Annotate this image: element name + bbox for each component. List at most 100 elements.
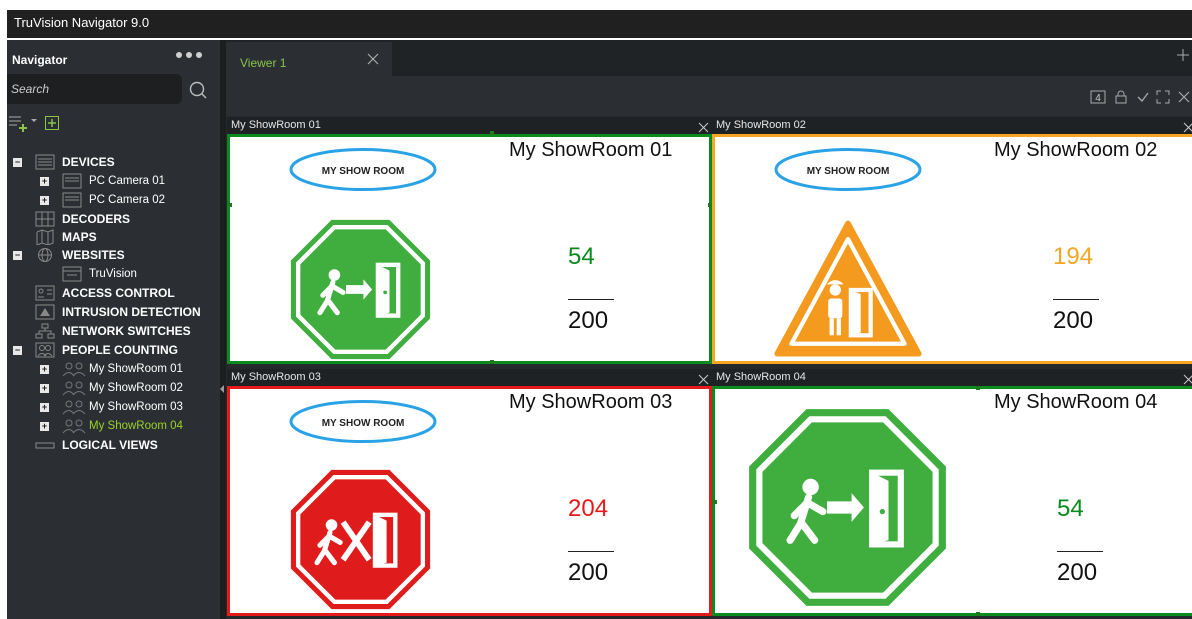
tile-name: My ShowRoom 04 [994, 391, 1158, 413]
expand-icon[interactable]: + [40, 403, 49, 412]
people-count: 54 [568, 243, 595, 270]
devices-icon [35, 154, 55, 170]
tree-item-label: MAPS [62, 230, 97, 244]
expand-icon[interactable]: + [40, 177, 49, 186]
no-entry-sign-icon [288, 467, 433, 617]
viewer-tile-3[interactable]: My ShowRoom 03 MY SHOW ROOM My ShowRoom … [227, 369, 714, 616]
tree-item-label: My ShowRoom 01 [89, 363, 183, 375]
tile-content: MY SHOW ROOM My ShowRoom 02 194 200 [712, 134, 1192, 364]
exit-allowed-sign-icon [288, 217, 433, 367]
expand-icon[interactable]: + [40, 365, 49, 374]
logical-views-icon [35, 437, 55, 453]
camera-icon [62, 173, 82, 189]
tree-item-label: LOGICAL VIEWS [62, 438, 158, 452]
map-icon [35, 229, 55, 246]
wait-warning-sign-icon [773, 219, 923, 366]
tree-item-label: PC Camera 02 [89, 194, 166, 206]
tree-item-label: WEBSITES [62, 248, 125, 262]
resize-handle[interactable] [713, 500, 717, 504]
checkmark-icon[interactable] [1136, 90, 1150, 104]
tile-title: My ShowRoom 04 [716, 371, 806, 383]
collapse-icon[interactable]: − [13, 158, 22, 167]
search-input[interactable] [11, 80, 176, 98]
tree-item-label: ACCESS CONTROL [62, 286, 175, 300]
resize-handle[interactable] [490, 131, 494, 135]
viewer-tile-1[interactable]: My ShowRoom 01 MY SHOW ROOM My ShowRoom … [227, 117, 714, 364]
tab-bar: Viewer 1 [226, 40, 1192, 78]
tile-header: My ShowRoom 02 [712, 117, 1192, 134]
tile-name: My ShowRoom 01 [509, 139, 673, 161]
resize-handle[interactable] [976, 612, 980, 616]
viewer-toolbar: 4 [226, 76, 1192, 116]
add-folder-icon[interactable] [43, 114, 61, 132]
people-icon [62, 380, 86, 396]
network-icon [35, 323, 55, 339]
tree-item-label: DECODERS [62, 212, 131, 226]
grid-icon [35, 211, 55, 227]
title-bar: TruVision Navigator 9.0 [7, 10, 1192, 38]
resize-handle[interactable] [708, 203, 712, 207]
add-view-icon[interactable] [9, 114, 37, 132]
tile-header: My ShowRoom 01 [227, 117, 714, 134]
logo-text: MY SHOW ROOM [807, 166, 890, 177]
tree-item-label: NETWORK SWITCHES [62, 324, 191, 338]
ellipsis-icon[interactable] [175, 48, 205, 66]
navigator-panel: Navigator − DEVICES [7, 40, 220, 619]
people-icon [62, 399, 86, 415]
tile-content: MY SHOW ROOM My ShowRoom 03 204 200 [227, 386, 712, 616]
resize-handle[interactable] [490, 360, 494, 364]
expand-icon[interactable]: + [40, 196, 49, 205]
viewer-tile-4[interactable]: My ShowRoom 04 My ShowRoom 04 54 200 [712, 369, 1192, 616]
tile-header: My ShowRoom 03 [227, 369, 714, 386]
tree-item-label: PEOPLE COUNTING [62, 343, 179, 357]
add-tab-icon[interactable] [1176, 48, 1190, 62]
intrusion-icon [35, 304, 55, 320]
search-icon[interactable] [188, 80, 208, 100]
close-icon[interactable] [366, 52, 380, 66]
tree-item-label: INTRUSION DETECTION [62, 305, 201, 319]
fraction-line [568, 299, 614, 300]
close-icon[interactable] [698, 120, 709, 133]
tile-title: My ShowRoom 01 [231, 119, 321, 131]
tree-item-label: My ShowRoom 03 [89, 401, 183, 413]
capacity: 200 [568, 559, 609, 586]
people-count: 54 [1057, 495, 1084, 522]
tree-item-label: PC Camera 01 [89, 175, 166, 187]
lock-icon[interactable] [1114, 90, 1128, 104]
camera-icon [62, 192, 82, 208]
app-title: TruVision Navigator 9.0 [14, 15, 150, 30]
showroom-logo: MY SHOW ROOM [773, 147, 923, 197]
navigator-title: Navigator [12, 53, 68, 67]
expand-icon[interactable]: + [40, 384, 49, 393]
access-control-icon [35, 285, 55, 301]
fraction-line [568, 551, 614, 552]
collapse-icon[interactable]: − [13, 251, 22, 260]
close-icon[interactable] [1183, 372, 1192, 385]
collapse-panel-icon[interactable] [219, 384, 225, 394]
collapse-icon[interactable]: − [13, 346, 22, 355]
tree-item-label: My ShowRoom 04 [89, 420, 183, 432]
expand-icon[interactable]: + [40, 422, 49, 431]
layout-icon[interactable]: 4 [1090, 90, 1106, 104]
exit-allowed-sign-icon [745, 405, 950, 615]
close-icon[interactable] [698, 372, 709, 385]
close-icon[interactable] [1177, 90, 1191, 104]
tab-viewer-1[interactable]: Viewer 1 [226, 42, 392, 78]
fraction-line [1057, 551, 1103, 552]
people-icon [62, 418, 86, 434]
resize-handle[interactable] [976, 386, 980, 390]
fullscreen-icon[interactable] [1156, 90, 1170, 104]
logo-text: MY SHOW ROOM [322, 166, 405, 177]
tile-name: My ShowRoom 03 [509, 391, 673, 413]
people-counting-icon [35, 342, 55, 358]
capacity: 200 [1053, 307, 1094, 334]
people-count: 204 [568, 495, 609, 522]
tile-content: My ShowRoom 04 54 200 [712, 386, 1192, 616]
viewer-tile-2[interactable]: My ShowRoom 02 MY SHOW ROOM My ShowRoom … [712, 117, 1192, 364]
resize-handle[interactable] [228, 203, 232, 207]
capacity: 200 [1057, 559, 1098, 586]
website-icon [62, 266, 82, 282]
app-window: TruVision Navigator 9.0 Navigator Search… [0, 0, 1192, 619]
close-icon[interactable] [1183, 120, 1192, 133]
globe-icon [35, 247, 55, 263]
